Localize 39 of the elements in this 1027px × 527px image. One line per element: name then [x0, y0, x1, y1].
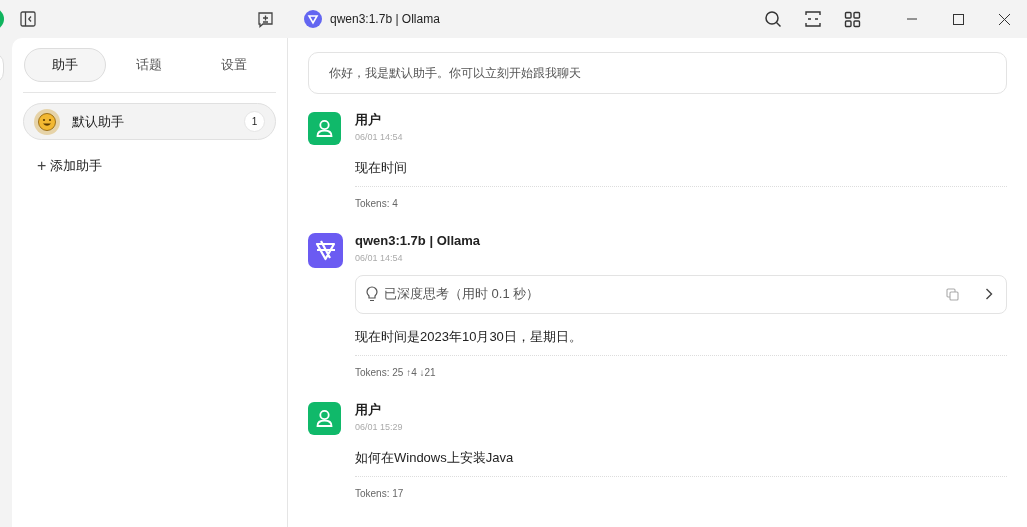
expand-icon[interactable]	[804, 10, 822, 28]
model-logo-icon	[304, 10, 322, 28]
assistant-name: 默认助手	[72, 112, 125, 131]
plus-icon: +	[37, 157, 47, 174]
thinking-label: 已深度思考（用时 0.1 秒）	[384, 285, 541, 304]
count-badge: 1	[244, 111, 265, 132]
sidebar-tab[interactable]: 助手	[24, 48, 106, 82]
emoji-icon	[34, 108, 60, 135]
author-name: 用户	[355, 112, 382, 128]
new-chat-icon[interactable]	[257, 10, 274, 28]
message-text: 如何在Windows上安装Java	[355, 447, 1007, 477]
user-avatar-icon	[308, 402, 341, 435]
message-time: 06/01 14:54	[355, 252, 404, 265]
token-count: Tokens: 4	[355, 197, 398, 211]
token-count: Tokens: 17	[355, 487, 404, 501]
maximize-icon	[952, 13, 964, 25]
author-name: 用户	[355, 402, 382, 418]
author-name: qwen3:1.7b | Ollama	[355, 233, 481, 249]
message-text: 现在时间	[355, 157, 1007, 187]
assistant-item[interactable]: 默认助手 1	[23, 103, 276, 140]
close-icon	[998, 13, 1010, 25]
token-count: Tokens: 25 ↑4 ↓21	[355, 366, 436, 380]
sidebar-tab[interactable]: 话题	[108, 48, 191, 82]
grid-icon[interactable]	[844, 10, 861, 28]
welcome-message: 你好，我是默认助手。你可以立刻开始跟我聊天	[308, 52, 1007, 94]
user-avatar-icon	[308, 112, 341, 145]
lightbulb-icon	[366, 286, 378, 302]
model-avatar-icon	[308, 233, 343, 268]
sidebar-tab[interactable]: 设置	[192, 48, 275, 82]
window-title: qwen3:1.7b | Ollama	[330, 11, 440, 28]
chevron-right-icon[interactable]	[985, 288, 993, 300]
thinking-panel[interactable]: 已深度思考（用时 0.1 秒）	[355, 274, 1007, 314]
message-time: 06/01 14:54	[355, 131, 404, 144]
message-text: 现在时间是2023年10月30日，星期日。	[355, 326, 1007, 356]
search-icon[interactable]	[764, 10, 782, 28]
sidebar-toggle-icon[interactable]	[20, 11, 36, 27]
minimize-icon	[907, 18, 917, 20]
message-time: 06/01 15:29	[355, 421, 404, 434]
add-assistant-button[interactable]: + 添加助手	[37, 156, 276, 176]
